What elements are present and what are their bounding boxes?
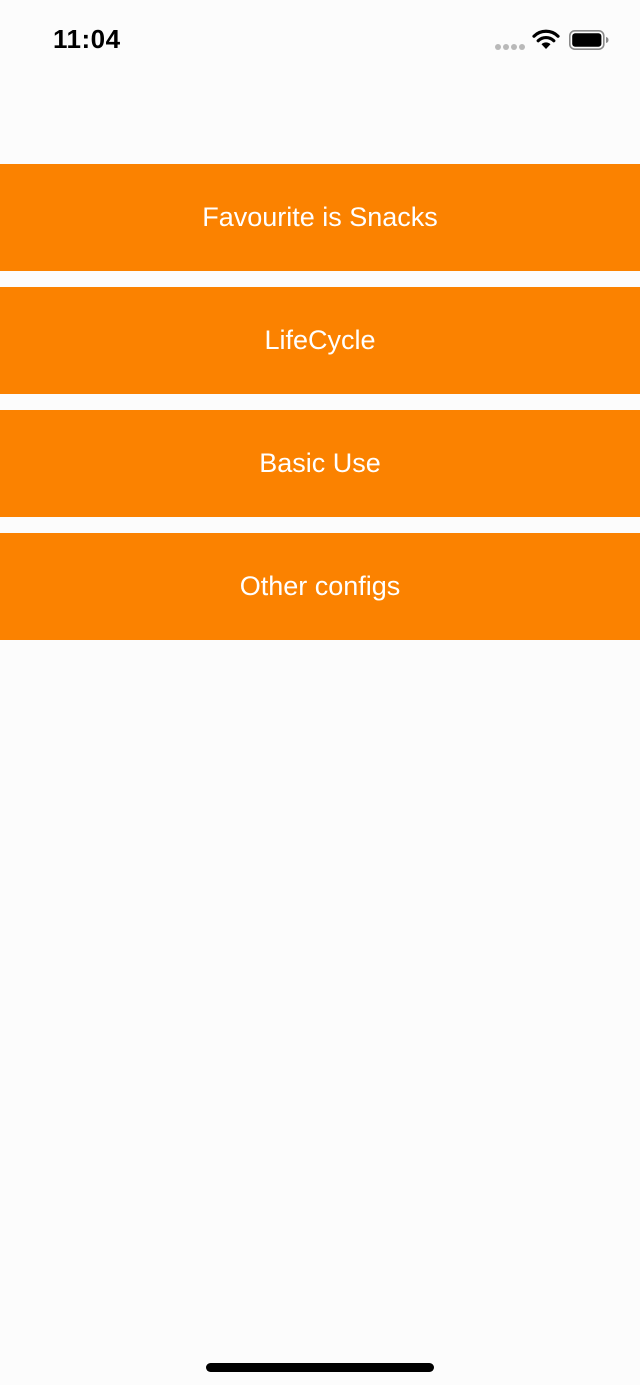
status-time: 11:04	[53, 24, 121, 54]
favourite-is-snacks-button[interactable]: Favourite is Snacks	[0, 164, 640, 271]
cellular-signal-icon	[495, 44, 525, 50]
basic-use-button[interactable]: Basic Use	[0, 410, 640, 517]
home-indicator[interactable]	[206, 1363, 434, 1372]
status-bar: 11:04	[0, 0, 640, 80]
menu-list: Favourite is Snacks LifeCycle Basic Use …	[0, 164, 640, 656]
other-configs-button[interactable]: Other configs	[0, 533, 640, 640]
wifi-icon	[532, 29, 560, 49]
lifecycle-button[interactable]: LifeCycle	[0, 287, 640, 394]
battery-icon	[569, 30, 609, 50]
